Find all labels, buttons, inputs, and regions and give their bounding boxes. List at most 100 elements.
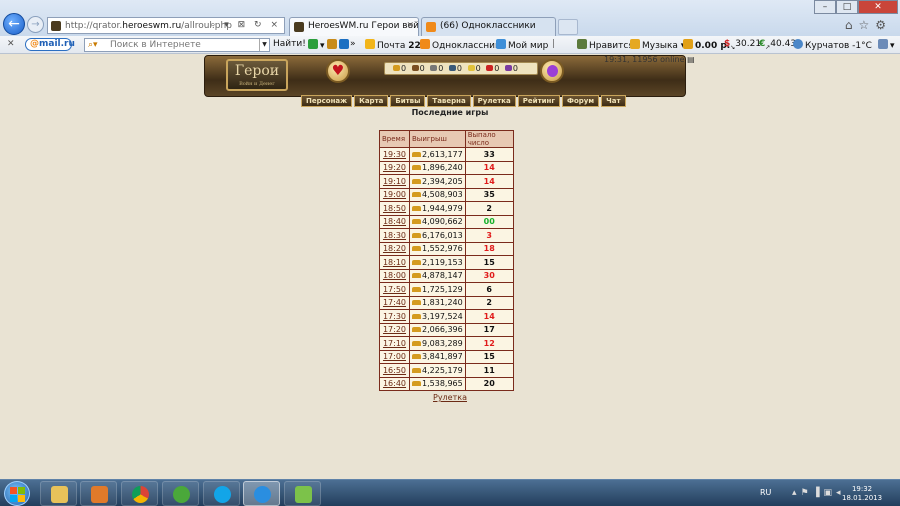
nav-chat[interactable]: Чат xyxy=(601,95,626,107)
eur-rate[interactable]: €↗40.43 xyxy=(759,39,796,51)
toolbar-settings-icon[interactable]: ▾ xyxy=(878,39,895,51)
time-link[interactable]: 19:00 xyxy=(383,190,406,199)
nav-tavern[interactable]: Таверна xyxy=(427,95,471,107)
time-link[interactable]: 18:00 xyxy=(383,271,406,280)
cell-number: 00 xyxy=(464,214,514,229)
search-dropdown-icon[interactable]: ▼ xyxy=(259,39,269,51)
time-link[interactable]: 19:30 xyxy=(383,150,406,159)
mail-button[interactable]: Почта 227 xyxy=(365,39,427,51)
taskbar-utorrent-icon[interactable] xyxy=(162,481,199,506)
nav-battles[interactable]: Битвы xyxy=(390,95,426,107)
browser-titlebar: ← → http://qrator.heroeswm.ru/allroul.ph… xyxy=(0,0,900,36)
time-link[interactable]: 18:40 xyxy=(383,217,406,226)
time-link[interactable]: 16:40 xyxy=(383,379,406,388)
music-button[interactable]: Музыка ▾ xyxy=(630,39,685,51)
odnoklassniki-favicon-icon xyxy=(426,22,436,32)
address-url[interactable]: http://qrator.heroeswm.ru/allroul.php xyxy=(65,21,232,31)
cell-number: 17 xyxy=(464,322,514,337)
forward-button[interactable]: → xyxy=(27,16,44,33)
cell-number: 14 xyxy=(464,309,514,324)
nav-forum[interactable]: Форум xyxy=(562,95,600,107)
odnoklassniki-button[interactable]: Одноклассники xyxy=(420,39,506,51)
new-tab-button[interactable] xyxy=(558,19,578,35)
tab-close-icon[interactable]: ✕ xyxy=(406,21,414,31)
like-icon xyxy=(577,39,587,49)
cell-win: 1,896,240 xyxy=(409,160,466,175)
mymir-button[interactable]: Мой мир xyxy=(496,39,548,51)
more-chevron-icon[interactable]: » xyxy=(350,39,356,49)
toolbar-tools-icons[interactable]: ▾ xyxy=(308,39,351,51)
clock-time: 19:32 xyxy=(851,485,873,493)
address-bar[interactable]: http://qrator.heroeswm.ru/allroul.php ⌕ … xyxy=(47,17,285,34)
time-link[interactable]: 19:20 xyxy=(383,163,406,172)
cell-time: 18:10 xyxy=(379,255,410,270)
taskbar-app-icon[interactable] xyxy=(284,481,321,506)
back-button[interactable]: ← xyxy=(3,13,25,35)
win-value: 2,066,396 xyxy=(422,325,463,335)
taskbar-skype-icon[interactable] xyxy=(203,481,240,506)
tab-heroeswm[interactable]: HeroesWM.ru Герои войн... ✕ xyxy=(289,17,419,36)
like-button[interactable]: Нравится xyxy=(577,39,634,51)
cell-win: 4,878,147 xyxy=(409,268,466,283)
cell-time: 18:30 xyxy=(379,228,410,243)
nav-map[interactable]: Карта xyxy=(354,95,389,107)
resources-bar: 0 0 0 0 0 0 0 xyxy=(384,62,538,75)
taskbar-ie-icon[interactable] xyxy=(243,481,280,506)
cell-win: 9,083,289 xyxy=(409,336,466,351)
gold-icon xyxy=(393,65,400,71)
nav-rating[interactable]: Рейтинг xyxy=(517,95,561,107)
time-link[interactable]: 17:40 xyxy=(383,298,406,307)
weather-button[interactable]: Курчатов -1°C xyxy=(793,39,872,51)
find-button[interactable]: Найти! xyxy=(273,39,306,49)
table-row: 16:50 4,225,179 11 xyxy=(379,363,514,378)
health-heart-icon[interactable]: ♥ xyxy=(326,59,350,83)
address-tools[interactable]: ⌕ ▾ ⊠ ↻ × xyxy=(210,20,281,30)
time-link[interactable]: 17:00 xyxy=(383,352,406,361)
search-icon[interactable]: ⌕▾ xyxy=(88,40,98,50)
tab-odnoklassniki[interactable]: (66) Одноклассники xyxy=(421,17,556,36)
cell-win: 2,119,153 xyxy=(409,255,466,270)
time-link[interactable]: 17:20 xyxy=(383,325,406,334)
table-row: 18:00 4,878,147 30 xyxy=(379,268,514,283)
time-link[interactable]: 16:50 xyxy=(383,366,406,375)
tab-label: (66) Одноклассники xyxy=(440,21,536,31)
time-link[interactable]: 18:30 xyxy=(383,231,406,240)
system-tray-icons[interactable]: ▴⚑▐▣◂ xyxy=(792,488,845,498)
roulette-link[interactable]: Рулетка xyxy=(433,393,467,402)
table-row: 16:40 1,538,965 20 xyxy=(379,376,514,391)
minimize-button[interactable]: – xyxy=(814,0,836,14)
usd-rate[interactable]: $↘30.21 xyxy=(724,39,761,51)
time-link[interactable]: 19:10 xyxy=(383,177,406,186)
start-button[interactable] xyxy=(4,481,30,506)
mana-orb-icon[interactable] xyxy=(540,59,564,83)
cell-win: 1,538,965 xyxy=(409,376,466,391)
win-value: 4,225,179 xyxy=(422,365,463,375)
table-row: 18:40 4,090,662 00 xyxy=(379,214,514,229)
time-link[interactable]: 17:50 xyxy=(383,285,406,294)
win-value: 4,508,903 xyxy=(422,190,463,200)
gold-icon xyxy=(412,313,421,319)
cell-win: 2,066,396 xyxy=(409,322,466,337)
heroes-logo[interactable]: Герои Войн и Денег xyxy=(226,59,288,91)
taskbar-media-player-icon[interactable] xyxy=(80,481,117,506)
mail-label: Почта xyxy=(377,41,406,51)
time-link[interactable]: 17:30 xyxy=(383,312,406,321)
maximize-button[interactable]: □ xyxy=(836,0,858,14)
time-link[interactable]: 17:10 xyxy=(383,339,406,348)
toolbar-search-input[interactable]: ⌕▾ Поиск в Интернете ▼ xyxy=(84,38,270,52)
taskbar-explorer-icon[interactable] xyxy=(40,481,77,506)
settings-icon xyxy=(878,39,888,49)
taskbar-chrome-icon[interactable] xyxy=(121,481,158,506)
time-link[interactable]: 18:50 xyxy=(383,204,406,213)
close-window-button[interactable]: ✕ xyxy=(858,0,898,14)
mailru-logo[interactable]: @mail.ru xyxy=(25,38,75,51)
time-link[interactable]: 18:10 xyxy=(383,258,406,267)
cell-win: 1,944,979 xyxy=(409,201,466,216)
toolbar-close-icon[interactable]: ✕ xyxy=(7,39,15,49)
nav-roulette[interactable]: Рулетка xyxy=(472,95,516,107)
language-indicator[interactable]: RU xyxy=(760,488,771,497)
nav-character[interactable]: Персонаж xyxy=(301,95,353,107)
home-favorites-settings-icons[interactable]: ⌂☆⚙ xyxy=(845,18,892,32)
taskbar-clock[interactable]: 19:32 18.01.2013 xyxy=(842,485,882,503)
time-link[interactable]: 18:20 xyxy=(383,244,406,253)
